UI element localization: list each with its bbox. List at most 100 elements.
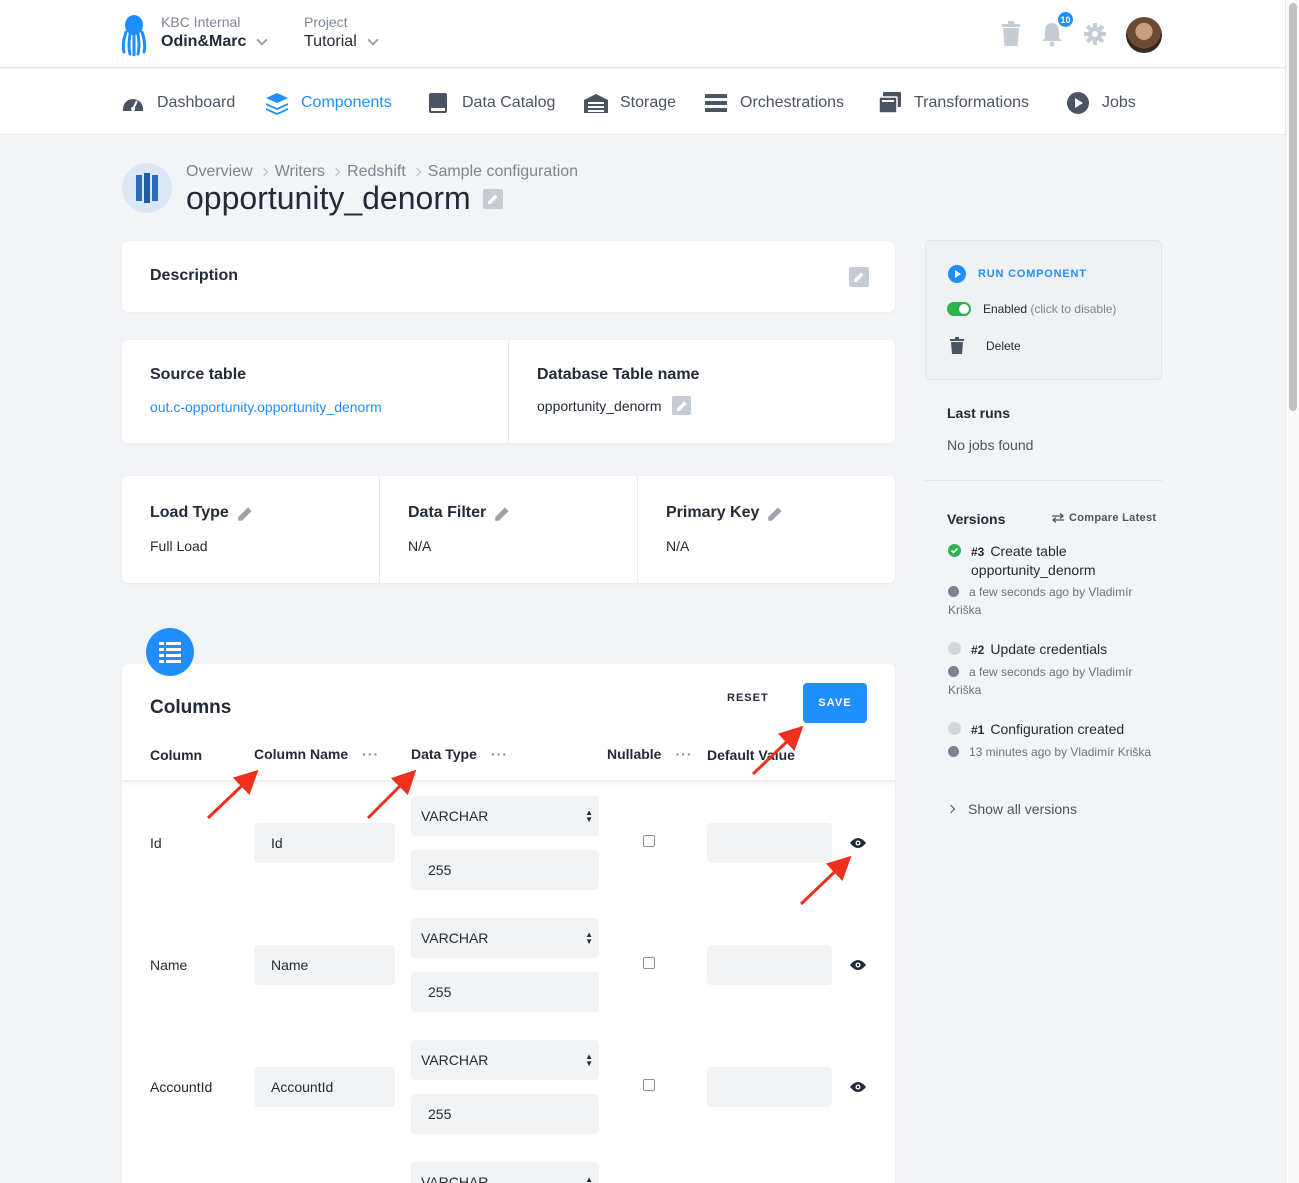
version-number: #1: [971, 723, 985, 737]
top-bar: KBC Internal Odin&Marc Project Tutorial …: [0, 0, 1285, 68]
trash-icon[interactable]: [999, 21, 1023, 47]
column-name-input[interactable]: [254, 1067, 395, 1107]
column-source-name: Id: [150, 835, 162, 851]
nullable-checkbox[interactable]: [643, 835, 655, 847]
nullable-checkbox[interactable]: [643, 957, 655, 969]
data-type-size-input[interactable]: [411, 1094, 599, 1134]
more-options-icon[interactable]: ···: [675, 746, 692, 762]
save-button[interactable]: SAVE: [803, 683, 867, 723]
data-filter-title: Data Filter: [408, 504, 487, 521]
reset-button[interactable]: RESET: [727, 692, 769, 704]
toggle-switch[interactable]: [947, 302, 971, 316]
table-header-divider: [122, 780, 895, 782]
organization-switcher[interactable]: KBC Internal Odin&Marc: [161, 14, 269, 51]
nav-label: Data Catalog: [462, 94, 556, 111]
version-number: #3: [971, 545, 985, 559]
keboola-logo-icon[interactable]: [120, 14, 148, 56]
default-value-input[interactable]: [707, 1067, 832, 1107]
edit-db-table-icon[interactable]: [671, 396, 691, 415]
header-nullable-label: Nullable: [607, 746, 662, 762]
version-meta-text: 13 minutes ago by Vladimír Kriška: [969, 745, 1152, 759]
run-component-label: RUN COMPONENT: [978, 268, 1087, 280]
source-table-link[interactable]: out.c-opportunity.opportunity_denorm: [150, 399, 382, 415]
version-meta: 13 minutes ago by Vladimír Kriška: [948, 743, 1162, 761]
load-type-header: Load Type: [150, 504, 254, 522]
breadcrumb-writers[interactable]: Writers: [275, 163, 325, 181]
nav-orchestrations[interactable]: Orchestrations: [704, 91, 844, 115]
sidebar-divider: [925, 480, 1162, 481]
compare-latest-button[interactable]: Compare Latest: [1051, 512, 1156, 524]
primary-key-value: N/A: [666, 538, 690, 554]
eye-icon[interactable]: [850, 959, 866, 971]
trash-icon: [950, 337, 964, 354]
warehouse-icon: [584, 94, 608, 113]
page-scrollbar[interactable]: [1285, 0, 1299, 1183]
project-switcher[interactable]: Project Tutorial: [304, 14, 379, 51]
chevron-down-icon: [256, 34, 269, 46]
nav-dashboard[interactable]: Dashboard: [121, 91, 235, 115]
data-type-size-input[interactable]: [411, 972, 599, 1012]
version-meta-text: a few seconds ago by Vladimír Kriška: [948, 585, 1133, 617]
project-name: Tutorial: [304, 33, 357, 50]
header-data-type-label: Data Type: [411, 746, 477, 762]
default-value-input[interactable]: [707, 823, 832, 863]
data-type-select[interactable]: VARCHAR ▲ ▼: [411, 1040, 599, 1080]
nav-storage[interactable]: Storage: [584, 91, 676, 115]
user-avatar[interactable]: [1126, 17, 1162, 53]
more-options-icon[interactable]: ···: [362, 746, 379, 762]
column-name-input[interactable]: [254, 945, 395, 985]
nav-data-catalog[interactable]: Data Catalog: [426, 91, 555, 115]
gear-icon[interactable]: [1083, 21, 1107, 47]
edit-primary-key-icon[interactable]: [767, 505, 784, 522]
divider: [637, 476, 638, 583]
bars-icon: [705, 94, 727, 112]
default-value-input[interactable]: [707, 945, 832, 985]
breadcrumb-configuration[interactable]: Sample configuration: [428, 163, 578, 181]
description-card: Description: [122, 241, 895, 312]
data-type-select[interactable]: VARCHAR ▲: [411, 1162, 599, 1183]
eye-icon[interactable]: [850, 1081, 866, 1093]
version-entry[interactable]: #1 Configuration created: [971, 720, 1161, 739]
nav-components[interactable]: Components: [265, 91, 392, 115]
edit-description-icon[interactable]: [849, 267, 869, 287]
nullable-checkbox[interactable]: [643, 1079, 655, 1091]
clock-icon: [948, 586, 959, 597]
version-number: #2: [971, 643, 985, 657]
main-navigation: Dashboard Components Data Catalog Storag…: [0, 69, 1285, 135]
data-type-select[interactable]: VARCHAR ▲ ▼: [411, 918, 599, 958]
breadcrumb-overview[interactable]: Overview: [186, 163, 253, 181]
breadcrumb-redshift[interactable]: Redshift: [347, 163, 406, 181]
run-component-button[interactable]: RUN COMPONENT: [948, 265, 1087, 283]
data-type-size-input[interactable]: [411, 850, 599, 890]
table-list-icon: [146, 628, 194, 676]
version-description: Create table opportunity_denorm: [971, 543, 1096, 578]
clock-icon: [948, 746, 959, 757]
select-arrows-icon: ▲ ▼: [585, 930, 593, 946]
show-all-versions-link[interactable]: Show all versions: [946, 801, 1077, 817]
nav-transformations[interactable]: Transformations: [878, 91, 1029, 115]
primary-key-header: Primary Key: [666, 504, 784, 522]
more-options-icon[interactable]: ···: [491, 746, 508, 762]
enabled-toggle[interactable]: Enabled (click to disable): [947, 302, 1116, 316]
eye-icon[interactable]: [850, 837, 866, 849]
enabled-label: Enabled: [983, 302, 1028, 316]
chevron-right-icon: [946, 804, 956, 814]
header-column: Column: [150, 747, 202, 763]
load-type-title: Load Type: [150, 504, 229, 521]
version-status-icon: [948, 722, 961, 735]
edit-title-icon[interactable]: [482, 188, 503, 209]
edit-load-type-icon[interactable]: [237, 505, 254, 522]
delete-button[interactable]: Delete: [950, 337, 1021, 354]
data-type-value: VARCHAR: [421, 1174, 489, 1183]
version-entry[interactable]: #3 Create table opportunity_denorm: [971, 542, 1161, 579]
dashboard-icon: [123, 99, 143, 111]
data-type-select[interactable]: VARCHAR ▲ ▼: [411, 796, 599, 836]
column-name-input[interactable]: [254, 823, 395, 863]
edit-data-filter-icon[interactable]: [494, 505, 511, 522]
version-entry[interactable]: #2 Update credentials: [971, 640, 1161, 659]
scrollbar-thumb[interactable]: [1289, 3, 1297, 411]
version-meta: a few seconds ago by Vladimír Kriška: [948, 663, 1162, 699]
compare-latest-label: Compare Latest: [1069, 512, 1157, 524]
clock-icon: [948, 666, 959, 677]
nav-jobs[interactable]: Jobs: [1066, 91, 1136, 115]
